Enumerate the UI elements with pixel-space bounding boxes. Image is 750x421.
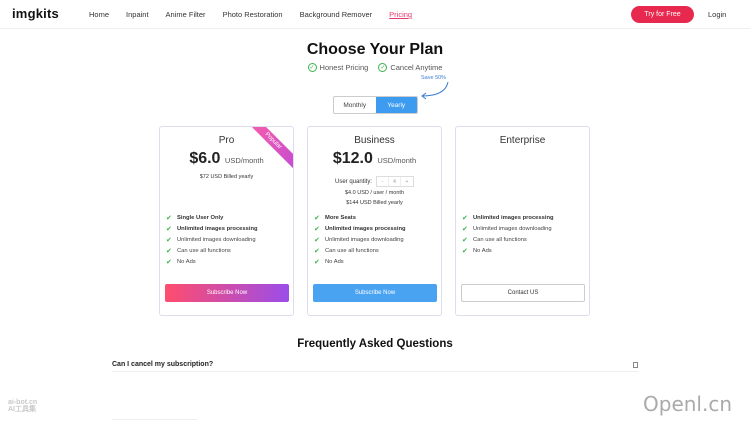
billed-yearly: $72 USD Billed yearly	[199, 174, 254, 180]
logo[interactable]: imgkits	[12, 6, 59, 21]
feature-item: ✔ Unlimited images processing	[314, 224, 406, 235]
faq-question[interactable]: Can I cancel my subscription?	[112, 358, 638, 372]
feature-label: Unlimited images processing	[325, 226, 406, 233]
feature-item: ✔ Unlimited images downloading	[462, 224, 554, 235]
feature-item: ✔ Can use all functions	[314, 245, 406, 256]
check-icon: ✔	[462, 236, 468, 244]
watermark-left: ai-bot.cn AI工具集	[8, 399, 38, 413]
feature-label: Can use all functions	[325, 247, 379, 254]
plan-card-pro: Popular Pro $6.0 USD/month $72 USD Bille…	[159, 126, 294, 316]
highlight-label: Honest Pricing	[319, 63, 369, 72]
quantity-value[interactable]: 4	[389, 177, 402, 186]
check-icon: ✔	[166, 215, 172, 223]
plan-card-business: Business $12.0 USD/month User quantity: …	[307, 126, 442, 316]
expand-icon[interactable]	[633, 361, 638, 368]
feature-item: ✔ Can use all functions	[462, 235, 554, 246]
nav-inpaint[interactable]: Inpaint	[126, 10, 149, 19]
feature-item: ✔ More Seats	[314, 213, 406, 224]
check-icon: ✔	[166, 247, 172, 255]
feature-list: ✔ Single User Only ✔ Unlimited images proc…	[166, 213, 258, 267]
check-icon: ✔	[314, 236, 320, 244]
feature-item: ✔ No Ads	[166, 256, 258, 267]
nav-photo-restoration[interactable]: Photo Restoration	[223, 10, 283, 19]
feature-label: Unlimited images downloading	[177, 236, 256, 243]
feature-item: ✔ Can use all functions	[166, 245, 258, 256]
plan-highlights: ✓ Honest Pricing ✓ Cancel Anytime	[0, 63, 750, 72]
user-quantity: User quantity: - 4 +	[308, 176, 441, 187]
quantity-stepper: - 4 +	[376, 176, 415, 187]
per-user-price: $4.0 USD / user / month	[345, 190, 404, 196]
quantity-minus-button[interactable]: -	[377, 177, 390, 186]
feature-item: ✔ Single User Only	[166, 213, 258, 224]
plan-name: Enterprise	[499, 135, 546, 146]
toggle-yearly[interactable]: Yearly	[375, 97, 417, 113]
feature-item: ✔ No Ads	[314, 256, 406, 267]
check-icon: ✔	[314, 226, 320, 234]
quantity-label: User quantity:	[334, 178, 373, 185]
nav-pricing[interactable]: Pricing	[389, 10, 412, 19]
feature-label: Can use all functions	[177, 247, 231, 254]
feature-item: ✔ No Ads	[462, 245, 554, 256]
curved-arrow-icon	[421, 81, 449, 100]
price-amount: $12.0	[332, 150, 373, 167]
faq-title: Frequently Asked Questions	[297, 338, 453, 350]
toggle-monthly[interactable]: Monthly	[334, 97, 376, 113]
top-nav: imgkits Home Inpaint Anime Filter Photo …	[0, 0, 750, 29]
feature-list: ✔ Unlimited images processing ✔ Unlimited …	[462, 213, 554, 256]
feature-label: No Ads	[177, 258, 196, 265]
plan-price: $6.0 USD/month	[160, 150, 293, 168]
check-icon: ✔	[462, 247, 468, 255]
divider	[112, 419, 197, 420]
highlight-cancel-anytime: ✓ Cancel Anytime	[378, 63, 442, 72]
contact-us-button[interactable]: Contact US	[461, 284, 585, 302]
check-icon: ✔	[314, 247, 320, 255]
highlight-label: Cancel Anytime	[390, 63, 443, 72]
plan-name: Pro	[218, 135, 235, 146]
price-amount: $6.0	[189, 150, 221, 167]
check-icon: ✔	[314, 215, 320, 223]
page-title: Choose Your Plan	[306, 41, 444, 58]
feature-label: No Ads	[325, 258, 344, 265]
feature-list: ✔ More Seats ✔ Unlimited images processing…	[314, 213, 406, 267]
feature-label: No Ads	[473, 247, 492, 254]
feature-item: ✔ Unlimited images processing	[462, 213, 554, 224]
feature-label: More Seats	[325, 215, 356, 222]
subscribe-button-pro[interactable]: Subscribe Now	[165, 284, 289, 302]
feature-label: Unlimited images processing	[177, 226, 258, 233]
highlight-honest-pricing: ✓ Honest Pricing	[307, 63, 369, 72]
check-circle-icon: ✓	[307, 63, 317, 72]
check-icon: ✔	[166, 258, 172, 266]
check-icon: ✔	[166, 236, 172, 244]
feature-item: ✔ Unlimited images downloading	[166, 235, 258, 246]
nav-background-remover[interactable]: Background Remover	[300, 10, 373, 19]
feature-item: ✔ Unlimited images processing	[166, 224, 258, 235]
watermark-right: Openl.cn	[643, 392, 733, 416]
billed-yearly: $144 USD Billed yearly	[346, 200, 403, 206]
nav-links: Home Inpaint Anime Filter Photo Restorat…	[89, 10, 429, 19]
nav-home[interactable]: Home	[89, 10, 109, 19]
price-unit: USD/month	[224, 156, 264, 165]
quantity-plus-button[interactable]: +	[401, 177, 413, 186]
feature-label: Can use all functions	[473, 236, 527, 243]
plan-name: Business	[354, 135, 395, 146]
check-icon: ✔	[314, 258, 320, 266]
feature-label: Unlimited images downloading	[473, 226, 552, 233]
plan-price: $12.0 USD/month	[308, 150, 441, 168]
feature-label: Unlimited images downloading	[325, 236, 404, 243]
check-icon: ✔	[462, 215, 468, 223]
faq-question-text[interactable]: Can I cancel my subscription?	[112, 361, 213, 368]
feature-item: ✔ Unlimited images downloading	[314, 235, 406, 246]
feature-label: Single User Only	[177, 215, 224, 222]
check-icon: ✔	[462, 226, 468, 234]
nav-anime-filter[interactable]: Anime Filter	[166, 10, 206, 19]
check-icon: ✔	[166, 226, 172, 234]
check-circle-icon: ✓	[378, 63, 388, 72]
price-unit: USD/month	[377, 156, 417, 165]
feature-label: Unlimited images processing	[473, 215, 554, 222]
login-link[interactable]: Login	[708, 10, 726, 19]
plan-card-enterprise: Enterprise ✔ Unlimited images processing …	[455, 126, 590, 316]
try-for-free-button[interactable]: Try for Free	[631, 6, 694, 23]
subscribe-button-business[interactable]: Subscribe Now	[313, 284, 437, 302]
billing-toggle: Monthly Yearly	[333, 96, 418, 114]
